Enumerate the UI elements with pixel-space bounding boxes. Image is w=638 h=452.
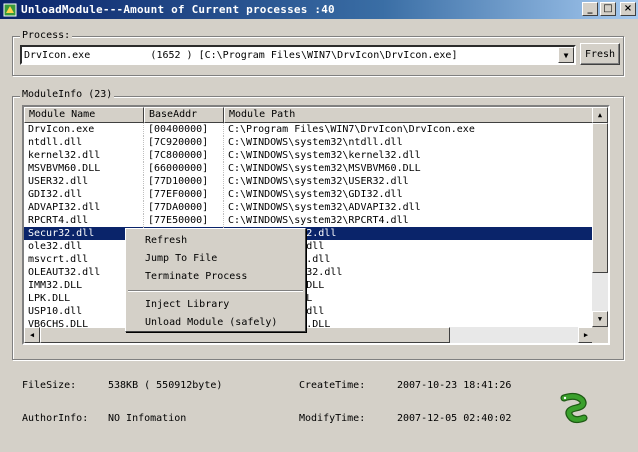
list-rows: DrvIcon.exe [00400000] C:\Program Files\WI… [24,123,594,343]
module-path-cell: C:\WINDOWS\system32\GDI32.dll [228,189,403,200]
table-row[interactable]: LPK.DLLstem32\LPK.DLL [24,292,594,305]
module-path-cell: C:\WINDOWS\system32\kernel32.dll [228,150,421,161]
module-list[interactable]: Module Name BaseAddr Module Path DrvIcon… [22,105,610,345]
table-row[interactable]: Secur32.dllstem32\Secur32.dll [24,227,594,240]
createtime-label: CreateTime: [299,380,366,391]
table-row[interactable]: ADVAPI32.dll [77DA0000] C:\WINDOWS\system3… [24,201,594,214]
module-path-cell: C:\Program Files\WIN7\DrvIcon\DrvIcon.ex… [228,124,475,135]
module-name-cell: MSVBVM60.DLL [24,162,144,175]
list-header: Module Name BaseAddr Module Path [24,107,594,123]
module-name-cell: GDI32.dll [24,188,144,201]
module-path-cell: C:\WINDOWS\system32\ntdll.dll [228,137,403,148]
modifytime-value: 2007-12-05 02:40:02 [397,413,512,424]
green-snake-logo-icon [556,392,592,428]
menu-item-terminate-process[interactable]: Terminate Process [126,268,305,286]
modifytime-label: ModifyTime: [299,413,366,424]
column-header-module-path[interactable]: Module Path [224,107,594,123]
scroll-up-icon[interactable]: ▲ [592,107,608,123]
filesize-label: FileSize: [22,380,77,391]
module-name-cell: ADVAPI32.dll [24,201,144,214]
table-row[interactable]: OLEAUT32.dllstem32\OLEAUT32.dll [24,266,594,279]
menu-separator [128,290,303,292]
module-path-cell: C:\WINDOWS\system32\USER32.dll [228,176,409,187]
table-row[interactable]: msvcrt.dllstem32\msvcrt.dll [24,253,594,266]
scroll-left-icon[interactable]: ◀ [24,327,40,343]
process-select[interactable]: DrvIcon.exe (1652 ) [C:\Program Files\WI… [20,45,576,65]
module-name-cell: DrvIcon.exe [24,123,144,136]
context-menu: Refresh Jump To File Terminate Process I… [125,228,306,332]
baseaddr-cell: [66000000] [144,162,224,175]
authorinfo-value: NO Infomation [108,413,187,424]
menu-item-jump-to-file[interactable]: Jump To File [126,250,305,268]
close-button[interactable]: × [620,2,636,16]
chevron-down-icon[interactable]: ▼ [558,47,574,63]
maximize-button[interactable]: □ [600,2,616,16]
baseaddr-cell: [7C920000] [144,136,224,149]
process-select-value: DrvIcon.exe (1652 ) [C:\Program Files\WI… [24,49,458,61]
module-name-cell: RPCRT4.dll [24,214,144,227]
horizontal-scrollbar[interactable]: ◀ ▶ [24,327,594,343]
baseaddr-cell: [77E50000] [144,214,224,227]
baseaddr-cell: [7C800000] [144,149,224,162]
column-header-module-name[interactable]: Module Name [24,107,144,123]
menu-item-unload-module[interactable]: Unload Module (safely) [126,314,305,332]
table-row[interactable]: RPCRT4.dll [77E50000] C:\WINDOWS\system32\… [24,214,594,227]
module-path-cell: C:\WINDOWS\system32\MSVBVM60.DLL [228,163,421,174]
title-bar[interactable]: UnloadModule---Amount of Current process… [0,0,638,19]
table-row[interactable]: USER32.dll [77D10000] C:\WINDOWS\system32\… [24,175,594,188]
minimize-button[interactable]: _ [582,2,598,16]
module-path-cell: C:\WINDOWS\system32\ADVAPI32.dll [228,202,421,213]
createtime-value: 2007-10-23 18:41:26 [397,380,512,391]
scroll-thumb[interactable] [592,123,608,273]
process-group-label: Process: [20,30,73,41]
table-row[interactable]: ole32.dllstem32\ole32.dll [24,240,594,253]
table-row[interactable]: IMM32.DLLstem32\IMM32.DLL [24,279,594,292]
table-row[interactable]: ntdll.dll [7C920000] C:\WINDOWS\system32\n… [24,136,594,149]
table-row[interactable]: MSVBVM60.DLL [66000000] C:\WINDOWS\system3… [24,162,594,175]
moduleinfo-group-label: ModuleInfo (23) [20,89,115,100]
module-name-cell: kernel32.dll [24,149,144,162]
authorinfo-label: AuthorInfo: [22,413,89,424]
module-path-cell: C:\WINDOWS\system32\RPCRT4.dll [228,215,409,226]
scroll-corner [592,327,608,343]
vertical-scrollbar[interactable]: ▲ ▼ [592,107,608,327]
baseaddr-cell: [77EF0000] [144,188,224,201]
fresh-button[interactable]: Fresh [580,43,620,65]
module-name-cell: USER32.dll [24,175,144,188]
baseaddr-cell: [77D10000] [144,175,224,188]
scroll-down-icon[interactable]: ▼ [592,311,608,327]
baseaddr-cell: [00400000] [144,123,224,136]
menu-item-inject-library[interactable]: Inject Library [126,296,305,314]
table-row[interactable]: kernel32.dll [7C800000] C:\WINDOWS\system3… [24,149,594,162]
window-title: UnloadModule---Amount of Current process… [21,3,335,16]
column-header-baseaddr[interactable]: BaseAddr [144,107,224,123]
table-row[interactable]: USP10.dllstem32\USP10.dll [24,305,594,318]
module-name-cell: ntdll.dll [24,136,144,149]
baseaddr-cell: [77DA0000] [144,201,224,214]
app-icon [3,3,17,17]
filesize-value: 538KB ( 550912byte) [108,380,223,391]
table-row[interactable]: DrvIcon.exe [00400000] C:\Program Files\WI… [24,123,594,136]
table-row[interactable]: GDI32.dll [77EF0000] C:\WINDOWS\system32\G… [24,188,594,201]
menu-item-refresh[interactable]: Refresh [126,232,305,250]
